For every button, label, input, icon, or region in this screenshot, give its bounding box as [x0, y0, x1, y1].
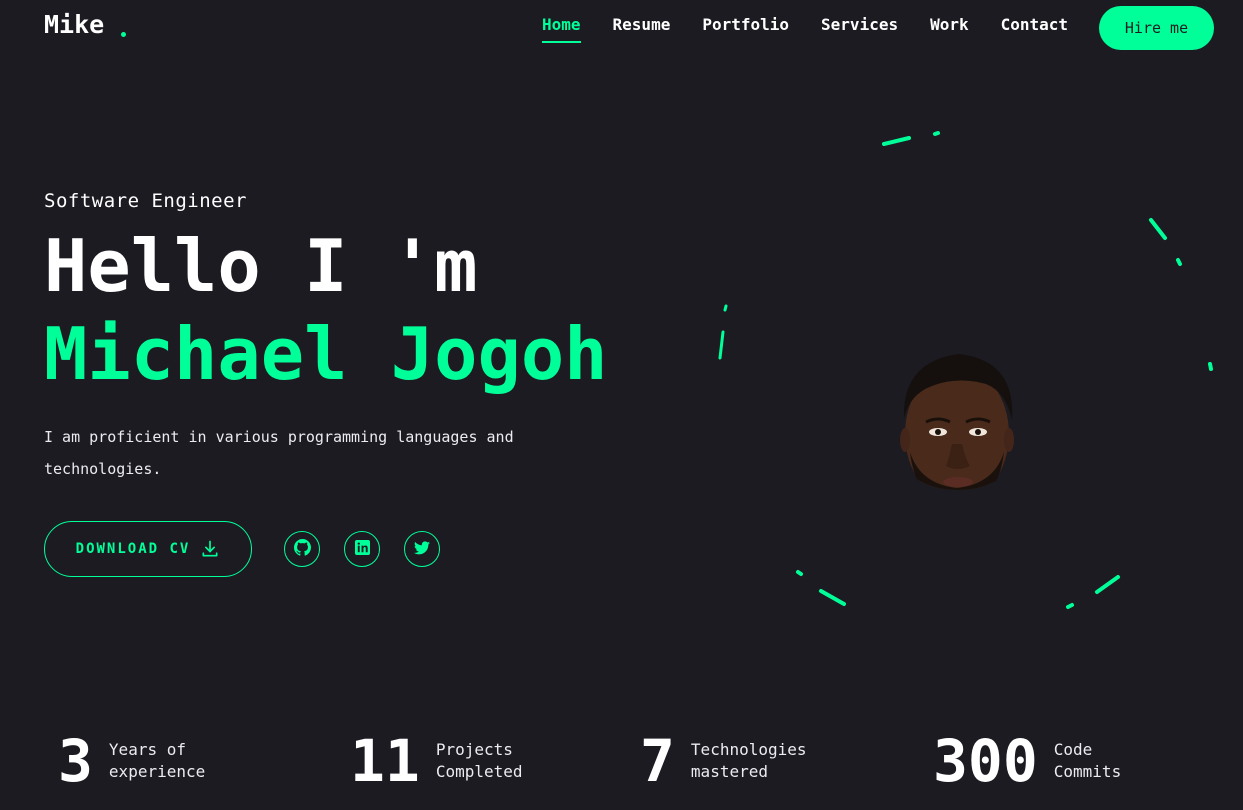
greeting-heading: Hello I 'm	[44, 224, 478, 308]
stat-value: 300	[933, 727, 1038, 795]
main-nav: Home Resume Portfolio Services Work Cont…	[542, 15, 1100, 43]
stat-value: 11	[350, 727, 420, 795]
stat-experience: 3 Years of experience	[58, 725, 239, 797]
twitter-link[interactable]	[404, 531, 440, 567]
linkedin-icon	[354, 539, 370, 559]
hire-me-button[interactable]: Hire me	[1099, 6, 1214, 50]
github-link[interactable]	[284, 531, 320, 567]
stat-projects: 11 Projects Completed	[350, 725, 566, 797]
linkedin-link[interactable]	[344, 531, 380, 567]
profile-photo	[876, 332, 1041, 622]
stat-label-line2: experience	[108, 762, 206, 781]
download-cv-button[interactable]: DOWNLOAD CV	[44, 521, 252, 577]
role-subtitle: Software Engineer	[44, 190, 247, 212]
stat-label-line1: Years of	[108, 740, 186, 759]
download-icon	[200, 539, 220, 559]
download-cv-label: DOWNLOAD CV	[75, 541, 191, 557]
nav-item-portfolio[interactable]: Portfolio	[702, 15, 789, 34]
stat-label: Technologies mastered	[691, 739, 821, 783]
stat-label-line2: Completed	[435, 762, 523, 781]
nav-item-services[interactable]: Services	[821, 15, 898, 34]
nav-item-home[interactable]: Home	[542, 15, 581, 43]
stat-value: 7	[640, 727, 675, 795]
stat-label-line1: Projects	[435, 740, 513, 759]
nav-item-work[interactable]: Work	[930, 15, 969, 34]
stat-technologies: 7 Technologies mastered	[640, 725, 821, 797]
stat-label-line1: Code	[1053, 740, 1093, 759]
stat-commits: 300 Code Commits	[933, 725, 1184, 797]
bio-text: I am proficient in various programming l…	[44, 428, 514, 478]
logo-dot	[121, 32, 126, 37]
name-heading: Michael Jogoh	[44, 312, 608, 396]
nav-item-resume[interactable]: Resume	[613, 15, 671, 34]
nav-item-contact[interactable]: Contact	[1001, 15, 1068, 34]
stat-label-line2: mastered	[690, 762, 768, 781]
github-icon	[293, 538, 311, 560]
stat-label: Code Commits	[1054, 739, 1184, 783]
stat-label-line2: Commits	[1053, 762, 1122, 781]
profile-photo-area	[718, 120, 1240, 622]
site-header: Mike Home Resume Portfolio Services Work…	[0, 0, 1243, 56]
stat-value: 3	[58, 727, 93, 795]
ring-dash-left	[718, 304, 728, 360]
stat-label: Years of experience	[109, 739, 239, 783]
stat-label-line1: Technologies	[690, 740, 807, 759]
stat-label: Projects Completed	[436, 739, 566, 783]
logo[interactable]: Mike	[44, 10, 104, 39]
twitter-icon	[414, 540, 430, 559]
